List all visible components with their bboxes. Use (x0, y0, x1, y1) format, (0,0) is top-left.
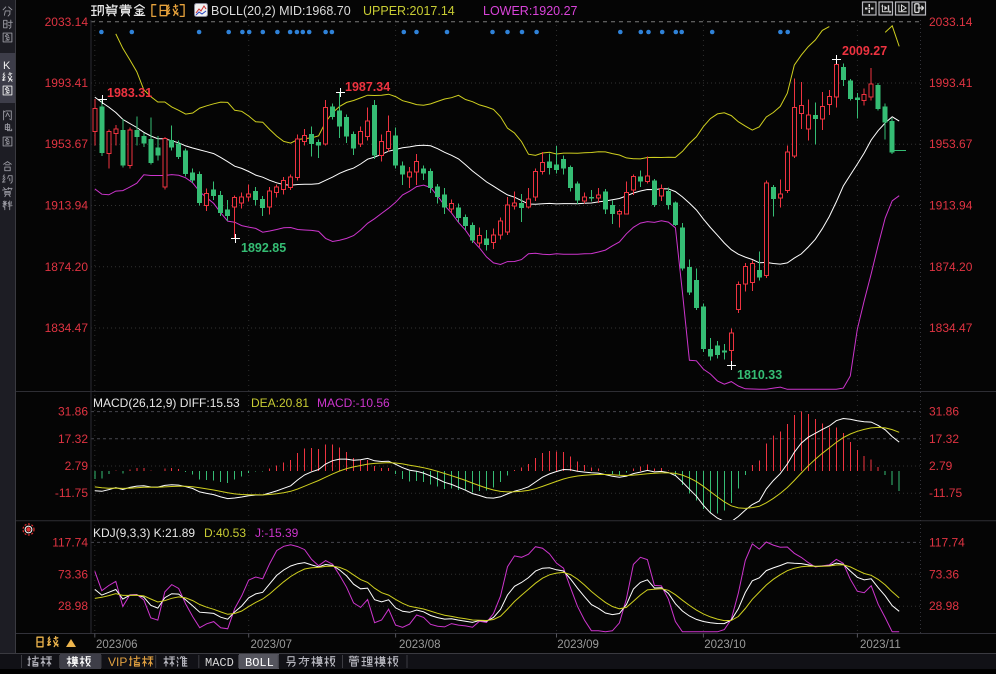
svg-text:31.86: 31.86 (929, 405, 959, 419)
svg-text:28.98: 28.98 (58, 599, 88, 613)
svg-text:1987.34: 1987.34 (345, 80, 390, 94)
svg-text:1834.47: 1834.47 (45, 321, 89, 335)
svg-text:2023/10: 2023/10 (704, 639, 746, 651)
svg-text:MACD:-10.56: MACD:-10.56 (317, 396, 390, 410)
svg-text:1810.33: 1810.33 (737, 368, 782, 382)
svg-text:-11.75: -11.75 (929, 486, 962, 500)
svg-text:LOWER:1920.27: LOWER:1920.27 (483, 4, 578, 18)
svg-text:28.98: 28.98 (929, 599, 959, 613)
svg-text:17.32: 17.32 (929, 432, 959, 446)
svg-text:2033.14: 2033.14 (929, 15, 973, 29)
svg-text:2033.14: 2033.14 (45, 15, 89, 29)
svg-text:2023/09: 2023/09 (557, 639, 599, 651)
svg-text:2023/06: 2023/06 (96, 639, 138, 651)
svg-text:KDJ(9,3,3) K:21.89: KDJ(9,3,3) K:21.89 (93, 526, 195, 540)
svg-text:1993.41: 1993.41 (929, 76, 973, 90)
svg-text:K: K (3, 60, 11, 72)
svg-text:2.79: 2.79 (929, 459, 953, 473)
svg-text:1913.94: 1913.94 (929, 199, 973, 213)
svg-text:2023/11: 2023/11 (860, 639, 901, 651)
svg-text:17.32: 17.32 (58, 432, 88, 446)
svg-text:MACD(26,12,9) DIFF:15.53: MACD(26,12,9) DIFF:15.53 (93, 396, 240, 410)
svg-text:1892.85: 1892.85 (241, 241, 286, 255)
svg-text:DEA:20.81: DEA:20.81 (251, 396, 309, 410)
svg-text:UPPER:2017.14: UPPER:2017.14 (363, 4, 455, 18)
svg-text:73.36: 73.36 (58, 567, 88, 581)
svg-text:1913.94: 1913.94 (45, 199, 89, 213)
svg-text:2023/07: 2023/07 (251, 639, 293, 651)
svg-text:2023/08: 2023/08 (399, 639, 441, 651)
svg-text:1953.67: 1953.67 (45, 137, 89, 151)
svg-text:1874.20: 1874.20 (929, 260, 973, 274)
svg-text:1953.67: 1953.67 (929, 137, 973, 151)
svg-text:D:40.53: D:40.53 (204, 526, 246, 540)
svg-text:-11.75: -11.75 (55, 486, 88, 500)
svg-text:31.86: 31.86 (58, 405, 88, 419)
svg-text:2.79: 2.79 (65, 459, 89, 473)
svg-text:73.36: 73.36 (929, 567, 959, 581)
svg-text:2009.27: 2009.27 (842, 44, 887, 58)
svg-text:BOLL: BOLL (245, 656, 274, 669)
svg-text:117.74: 117.74 (52, 535, 88, 549)
svg-text:1983.31: 1983.31 (107, 86, 152, 100)
svg-text:BOLL(20,2) MID:1968.70: BOLL(20,2) MID:1968.70 (211, 4, 351, 18)
svg-text:J:-15.39: J:-15.39 (255, 526, 299, 540)
svg-text:1993.41: 1993.41 (45, 76, 89, 90)
svg-text:1834.47: 1834.47 (929, 321, 973, 335)
svg-text:MACD: MACD (205, 656, 234, 669)
svg-text:1874.20: 1874.20 (45, 260, 89, 274)
svg-text:VIP: VIP (108, 655, 127, 669)
svg-text:117.74: 117.74 (929, 535, 965, 549)
